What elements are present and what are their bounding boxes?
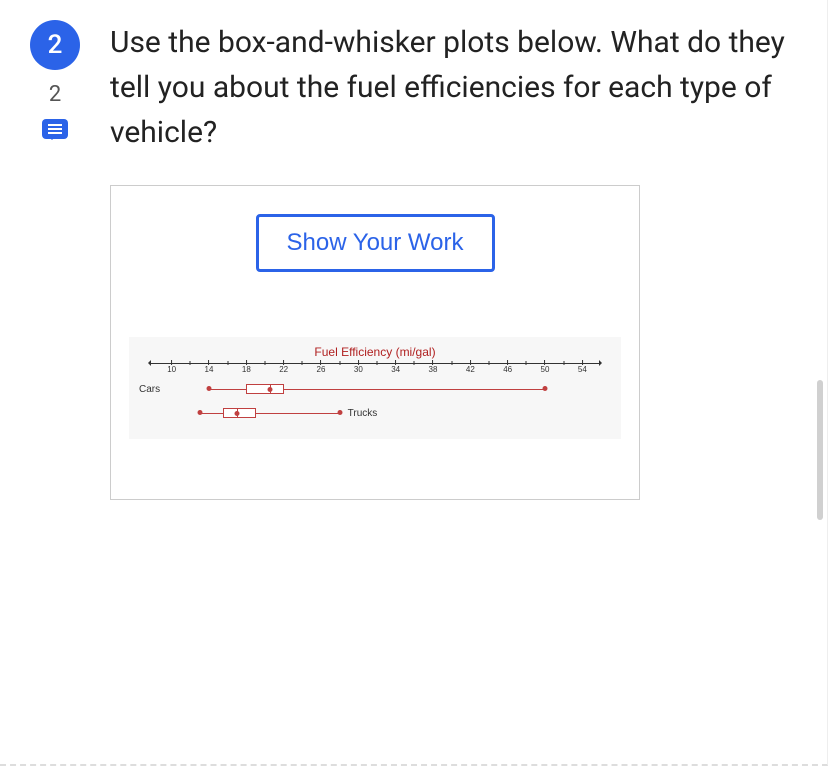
- axis-tick: 18: [242, 361, 251, 374]
- question-text: Use the box-and-whisker plots below. Wha…: [110, 20, 797, 155]
- comment-count: 2: [49, 82, 61, 107]
- axis-tick: 38: [429, 361, 438, 374]
- question-container: 2 2 Use the box-and-whisker plots below.…: [30, 20, 797, 500]
- axis-tick: 54: [578, 361, 587, 374]
- axis-tick: 26: [317, 361, 326, 374]
- boxplot-label: Cars: [139, 384, 160, 395]
- scrollbar[interactable]: [817, 380, 823, 520]
- axis-tick: 30: [354, 361, 363, 374]
- axis-tick: 46: [503, 361, 512, 374]
- axis-tick: 50: [541, 361, 550, 374]
- show-your-work-button[interactable]: Show Your Work: [256, 214, 495, 272]
- chart-axis: 10 14 18 22 26 30 34 38 42 46 50 54: [139, 361, 611, 375]
- axis-tick: 22: [279, 361, 288, 374]
- axis-tick: 14: [205, 361, 214, 374]
- axis-tick: 42: [466, 361, 475, 374]
- boxplot-chart: Fuel Efficiency (mi/gal) 10 14 18 22 26 30 34 3…: [129, 337, 621, 439]
- boxplot-row: Cars: [139, 381, 611, 399]
- chart-title: Fuel Efficiency (mi/gal): [139, 345, 611, 359]
- right-column: Use the box-and-whisker plots below. Wha…: [110, 20, 797, 500]
- axis-tick: 10: [167, 361, 176, 374]
- question-number: 2: [48, 30, 63, 60]
- work-panel: Show Your Work Fuel Efficiency (mi/gal) …: [110, 185, 640, 500]
- axis-tick: 34: [391, 361, 400, 374]
- boxplot-row: Trucks: [139, 405, 611, 423]
- boxplot-label: Trucks: [348, 408, 378, 419]
- question-number-badge: 2: [30, 20, 80, 70]
- chat-icon[interactable]: [42, 119, 68, 139]
- left-column: 2 2: [30, 20, 80, 139]
